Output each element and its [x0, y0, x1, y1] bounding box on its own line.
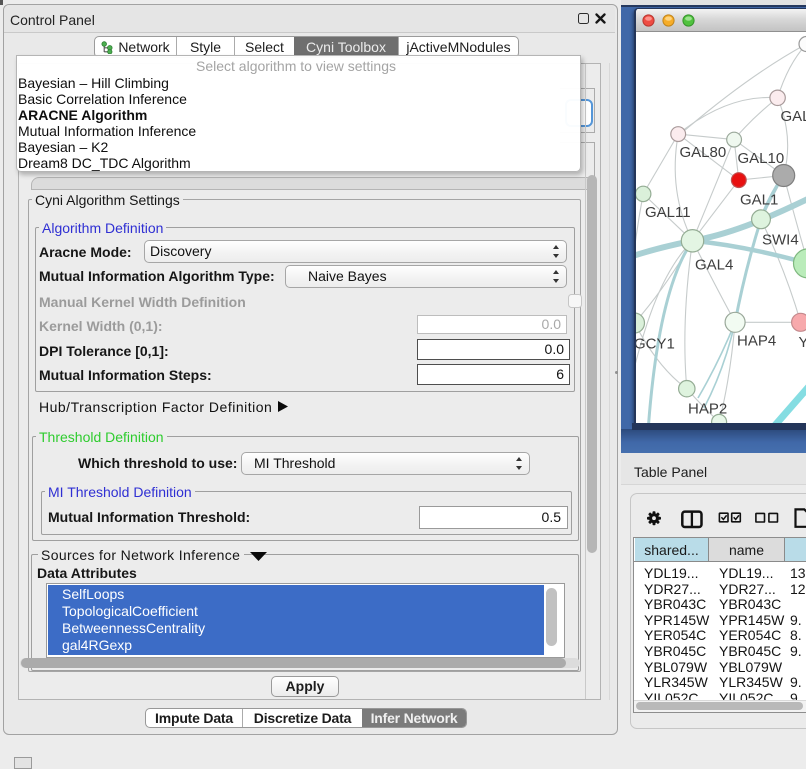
- svg-text:GCY1: GCY1: [636, 336, 675, 353]
- svg-text:GAL4: GAL4: [695, 257, 733, 274]
- svg-text:HAP4: HAP4: [737, 333, 776, 350]
- svg-text:SWI4: SWI4: [762, 232, 799, 249]
- svg-text:GAL11: GAL11: [645, 204, 691, 221]
- svg-text:Y: Y: [799, 334, 806, 351]
- svg-text:HAP2: HAP2: [688, 401, 727, 418]
- svg-text:GAL: GAL: [781, 108, 806, 125]
- svg-text:GAL1: GAL1: [740, 192, 778, 209]
- svg-text:GAL10: GAL10: [738, 150, 785, 167]
- svg-text:GAL80: GAL80: [680, 144, 727, 161]
